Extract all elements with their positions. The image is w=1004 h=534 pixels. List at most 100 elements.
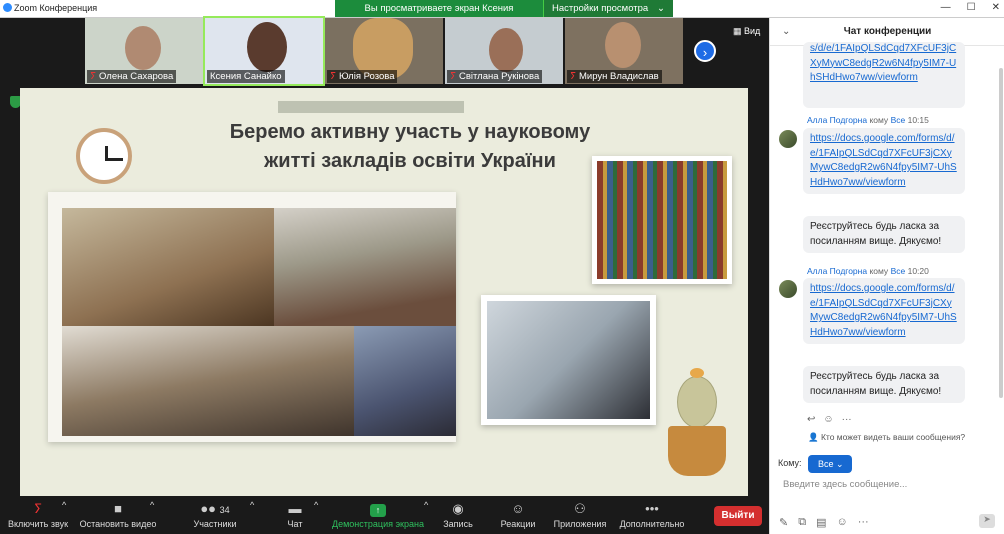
window-title: Zoom Конференция bbox=[14, 3, 98, 13]
more-dots-icon[interactable]: ··· bbox=[858, 516, 869, 529]
view-button[interactable]: ▦ Вид bbox=[733, 26, 760, 37]
grid-icon: ▦ bbox=[733, 26, 742, 36]
participant-thumb[interactable]: ⵢ Юлія Розова bbox=[325, 18, 443, 84]
send-button[interactable]: ➤ bbox=[979, 514, 995, 528]
close-button[interactable]: ✕ bbox=[992, 2, 1000, 13]
audio-options-caret[interactable]: ^ bbox=[62, 500, 66, 534]
chat-button[interactable]: ▬ Чат bbox=[280, 500, 310, 534]
share-screen-button[interactable]: ↑ Демонстрация экрана bbox=[332, 500, 424, 534]
avatar[interactable] bbox=[779, 130, 797, 148]
participants-options-caret[interactable]: ^ bbox=[250, 500, 254, 534]
participant-name: ⵢ Світлана Рукінова bbox=[447, 70, 543, 83]
smiley-plus-icon: ☺ bbox=[511, 501, 525, 516]
maximize-button[interactable]: ☐ bbox=[967, 2, 976, 13]
chevron-down-icon: ⌄ bbox=[836, 459, 844, 469]
more-dots-icon: ••• bbox=[645, 501, 659, 516]
participant-thumb-active[interactable]: Ксения Санайко bbox=[203, 16, 325, 86]
emoji-icon[interactable]: ☺ bbox=[836, 516, 847, 529]
chat-message-meta: Алла Подгорна кому Все 10:20 bbox=[807, 266, 929, 276]
chat-input[interactable]: Введите здесь сообщение... bbox=[783, 479, 907, 490]
file-icon[interactable]: ▤ bbox=[816, 516, 826, 529]
mic-muted-icon: ⵢ bbox=[450, 71, 457, 82]
apps-icon: ⚇ bbox=[574, 501, 586, 516]
participant-face bbox=[605, 22, 641, 68]
participant-name: ⵢ Мирун Владислав bbox=[567, 70, 662, 83]
window-controls: — ☐ ✕ bbox=[941, 2, 1000, 13]
chat-message: https://docs.google.com/forms/d/e/1FAIpQ… bbox=[803, 278, 965, 344]
chat-message: s/d/e/1FAIpQLSdCqd7XFcUF3jCXyMywC8edgR2w… bbox=[803, 42, 965, 108]
video-camera-icon: ■ bbox=[114, 501, 122, 516]
next-participants-button[interactable]: › bbox=[694, 40, 716, 62]
participant-face bbox=[247, 22, 287, 72]
minimize-button[interactable]: — bbox=[941, 2, 951, 13]
chevron-down-icon: ⌄ bbox=[657, 3, 665, 14]
screenshot-icon[interactable]: ⧉ bbox=[798, 516, 806, 529]
share-status-bar: Вы просматриваете экран Ксения Санайко Н… bbox=[335, 0, 673, 31]
chat-input-tools: ✎ ⧉ ▤ ☺ ··· bbox=[779, 516, 869, 529]
message-actions: ↩ ☺ ··· bbox=[807, 414, 852, 425]
recipient-select[interactable]: Все ⌄ bbox=[808, 455, 852, 473]
apps-button[interactable]: ⚇ Приложения bbox=[552, 500, 608, 534]
photo-computer-kid bbox=[481, 295, 656, 425]
participant-thumb[interactable]: ⵢ Олена Сахарова bbox=[85, 18, 203, 84]
share-options-caret[interactable]: ^ bbox=[424, 500, 428, 534]
reply-icon[interactable]: ↩ bbox=[807, 414, 815, 425]
photo-conference-hall bbox=[274, 208, 456, 326]
avatar[interactable] bbox=[779, 280, 797, 298]
mic-muted-icon: ⵢ bbox=[330, 71, 337, 82]
reactions-button[interactable]: ☺ Реакции bbox=[498, 500, 538, 534]
chat-message: Реєструйтесь будь ласка за посиланням ви… bbox=[803, 366, 965, 403]
slide-title: Беремо активну участь у науковому житті … bbox=[229, 121, 591, 172]
meeting-toolbar: ⵢ Включить звук ^ ■ Остановить видео ^ ●… bbox=[0, 500, 769, 534]
view-options-button[interactable]: Настройки просмотра ⌄ bbox=[543, 0, 673, 17]
participant-face bbox=[489, 28, 523, 72]
view-options-label: Настройки просмотра bbox=[552, 3, 649, 14]
share-screen-icon: ↑ bbox=[332, 500, 424, 518]
chat-message: https://docs.google.com/forms/d/e/1FAIpQ… bbox=[803, 128, 965, 194]
chat-message-meta: Алла Подгорна кому Все 10:15 bbox=[807, 115, 929, 125]
people-icon: 👤 bbox=[808, 432, 819, 442]
record-button[interactable]: ◉ Запись bbox=[440, 500, 476, 534]
clock-image bbox=[76, 128, 132, 184]
mic-muted-icon: ⵢ bbox=[90, 71, 97, 82]
chat-link[interactable]: s/d/e/1FAIpQLSdCqd7XFcUF3jCXyMywC8edgR2w… bbox=[810, 43, 956, 83]
chat-link[interactable]: https://docs.google.com/forms/d/e/1FAIpQ… bbox=[810, 283, 957, 338]
more-button[interactable]: ••• Дополнительно bbox=[618, 500, 686, 534]
stop-video-button[interactable]: ■ Остановить видео bbox=[78, 500, 158, 534]
video-options-caret[interactable]: ^ bbox=[150, 500, 154, 534]
photo-library bbox=[592, 156, 732, 284]
participant-name: ⵢ Юлія Розова bbox=[327, 70, 398, 83]
photo-group bbox=[62, 326, 354, 436]
unmute-button[interactable]: ⵢ Включить звук bbox=[6, 500, 70, 534]
photo-handshake bbox=[62, 208, 274, 326]
viewing-screen-text: Вы просматриваете экран Ксения Санайко bbox=[335, 0, 543, 31]
shared-screen-slide: Беремо активну участь у науковому житті … bbox=[20, 88, 748, 496]
record-icon: ◉ bbox=[452, 501, 464, 516]
zoom-logo-icon bbox=[3, 3, 12, 12]
participant-name: ⵢ Олена Сахарова bbox=[87, 70, 177, 83]
cactus-image bbox=[668, 368, 726, 476]
participant-thumb[interactable]: ⵢ Світлана Рукінова bbox=[445, 18, 563, 84]
chat-panel: ⌄ Чат конференции s/d/e/1FAIpQLSdCqd7XFc… bbox=[769, 18, 1004, 534]
chat-link[interactable]: https://docs.google.com/forms/d/e/1FAIpQ… bbox=[810, 133, 957, 188]
leave-button[interactable]: Выйти bbox=[714, 506, 762, 526]
photo-presentation bbox=[354, 326, 456, 436]
chevron-down-icon[interactable]: ⌄ bbox=[782, 18, 790, 46]
participant-strip: ⵢ Олена Сахарова Ксения Санайко ⵢ Юлія Роз… bbox=[85, 16, 683, 86]
mic-muted-icon: ⵢ bbox=[570, 71, 577, 82]
participant-thumb[interactable]: ⵢ Мирун Владислав bbox=[565, 18, 683, 84]
who-can-see-link[interactable]: 👤 Кто может видеть ваши сообщения? bbox=[808, 432, 965, 443]
to-label: Кому: bbox=[778, 458, 802, 468]
slide-decor-bar bbox=[278, 101, 464, 113]
format-icon[interactable]: ✎ bbox=[779, 516, 788, 529]
meeting-area: ⵢ Олена Сахарова Ксения Санайко ⵢ Юлія Роз… bbox=[0, 16, 769, 500]
participant-face bbox=[125, 26, 161, 70]
emoji-icon[interactable]: ☺ bbox=[823, 414, 833, 425]
participants-button[interactable]: ●● 34 Участники bbox=[190, 500, 240, 534]
title-bar: Zoom Конференция Вы просматриваете экран… bbox=[0, 0, 1004, 31]
chat-scrollbar[interactable] bbox=[999, 68, 1003, 398]
mic-off-icon: ⵢ bbox=[33, 501, 43, 516]
more-dots-icon[interactable]: ··· bbox=[842, 414, 852, 425]
chat-options-caret[interactable]: ^ bbox=[314, 500, 318, 534]
chat-message: Реєструйтесь будь ласка за посиланням ви… bbox=[803, 216, 965, 253]
